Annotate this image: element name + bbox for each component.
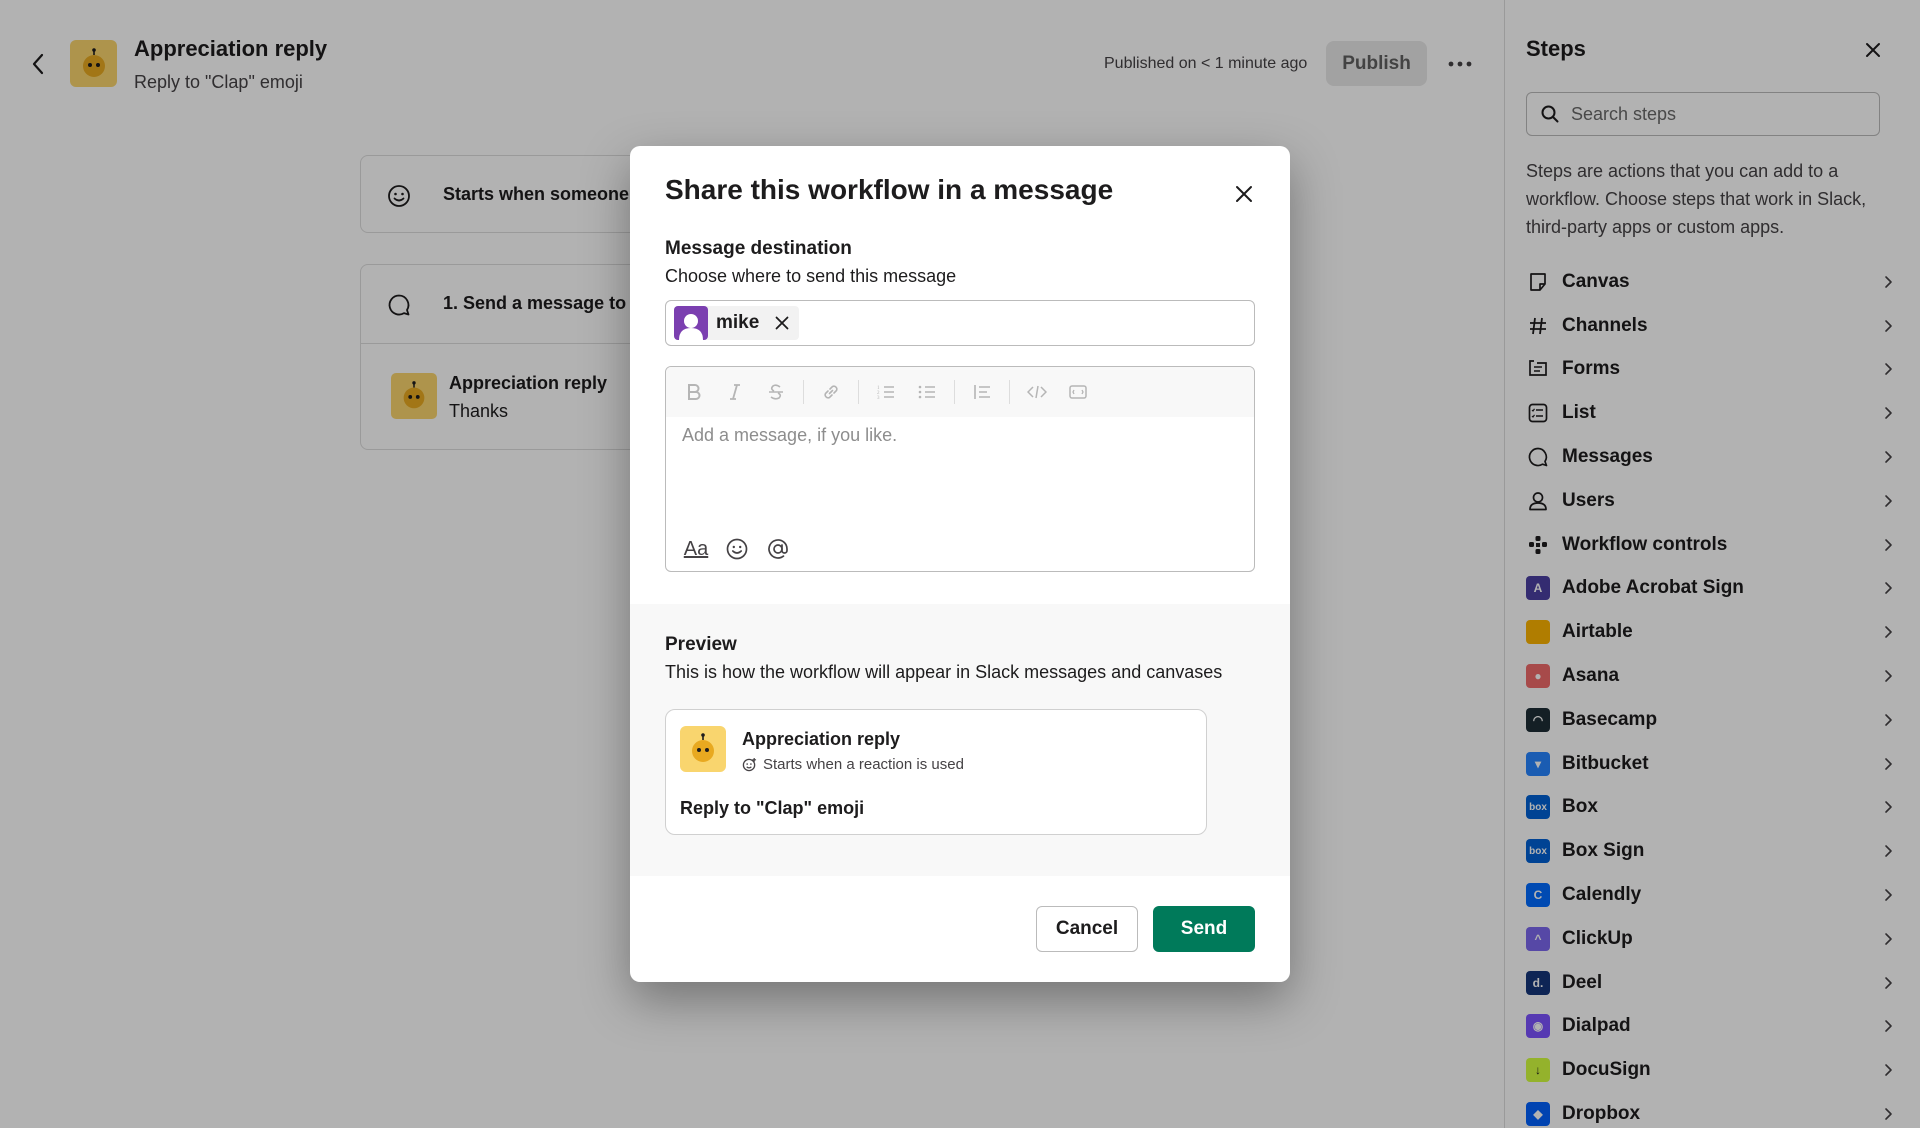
code-block-icon: [1069, 385, 1087, 399]
toolbar-divider: [858, 380, 859, 404]
ordered-list-button[interactable]: 123: [872, 378, 900, 406]
close-icon: [775, 316, 789, 330]
recipient-name: mike: [716, 312, 760, 333]
close-icon: [1236, 186, 1252, 202]
remove-recipient-button[interactable]: [773, 314, 791, 332]
toolbar-divider: [954, 380, 955, 404]
preview-section: Preview This is how the workflow will ap…: [630, 604, 1290, 876]
formatting-toolbar: 123: [666, 367, 1254, 417]
composer-footer: Aa: [680, 533, 803, 565]
italic-icon: [730, 384, 740, 400]
share-workflow-modal: Share this workflow in a message Message…: [630, 146, 1290, 982]
cancel-button[interactable]: Cancel: [1036, 906, 1138, 952]
at-sign-icon: [768, 539, 788, 559]
preview-avatar: [680, 726, 726, 772]
bulleted-list-icon: [918, 385, 935, 399]
bot-icon: [692, 733, 714, 762]
emoji-icon: [726, 538, 748, 560]
preview-trigger: Starts when a reaction is used: [742, 756, 964, 773]
preview-workflow-name: Appreciation reply: [742, 729, 901, 749]
recipient-avatar: [674, 306, 708, 340]
blockquote-icon: [974, 385, 990, 399]
destination-field[interactable]: mike: [665, 300, 1255, 346]
preview-label: Preview: [665, 634, 737, 655]
link-icon: [824, 385, 838, 399]
preview-help: This is how the workflow will appear in …: [665, 662, 1223, 682]
destination-help: Choose where to send this message: [665, 266, 957, 286]
link-button[interactable]: [817, 378, 845, 406]
code-block-button[interactable]: [1064, 378, 1092, 406]
modal-title: Share this workflow in a message: [665, 174, 1114, 205]
emoji-button[interactable]: [721, 533, 753, 565]
strikethrough-icon: [769, 384, 783, 400]
reaction-icon: [742, 757, 757, 772]
bold-button[interactable]: [680, 378, 708, 406]
code-icon: [1027, 385, 1047, 399]
bold-icon: [688, 384, 701, 400]
workflow-preview-card: Appreciation reply Starts when a reactio…: [665, 709, 1207, 835]
message-input[interactable]: [682, 425, 1242, 495]
modal-close-button[interactable]: [1226, 176, 1262, 212]
toolbar-divider: [803, 380, 804, 404]
preview-trigger-text: Starts when a reaction is used: [763, 756, 964, 773]
send-button[interactable]: Send: [1153, 906, 1255, 952]
blockquote-button[interactable]: [968, 378, 996, 406]
mention-button[interactable]: [762, 533, 794, 565]
strikethrough-button[interactable]: [762, 378, 790, 406]
svg-text:3: 3: [877, 396, 880, 400]
destination-label: Message destination: [665, 238, 852, 259]
message-composer: 123 Aa: [665, 366, 1255, 572]
ordered-list-icon: 123: [877, 386, 894, 400]
toolbar-divider: [1009, 380, 1010, 404]
preview-description: Reply to "Clap" emoji: [680, 798, 865, 818]
italic-button[interactable]: [721, 378, 749, 406]
code-button[interactable]: [1023, 378, 1051, 406]
user-silhouette-icon: [679, 314, 703, 340]
format-toggle-button[interactable]: Aa: [680, 533, 712, 565]
bulleted-list-button[interactable]: [913, 378, 941, 406]
recipient-chip: mike: [674, 306, 800, 340]
